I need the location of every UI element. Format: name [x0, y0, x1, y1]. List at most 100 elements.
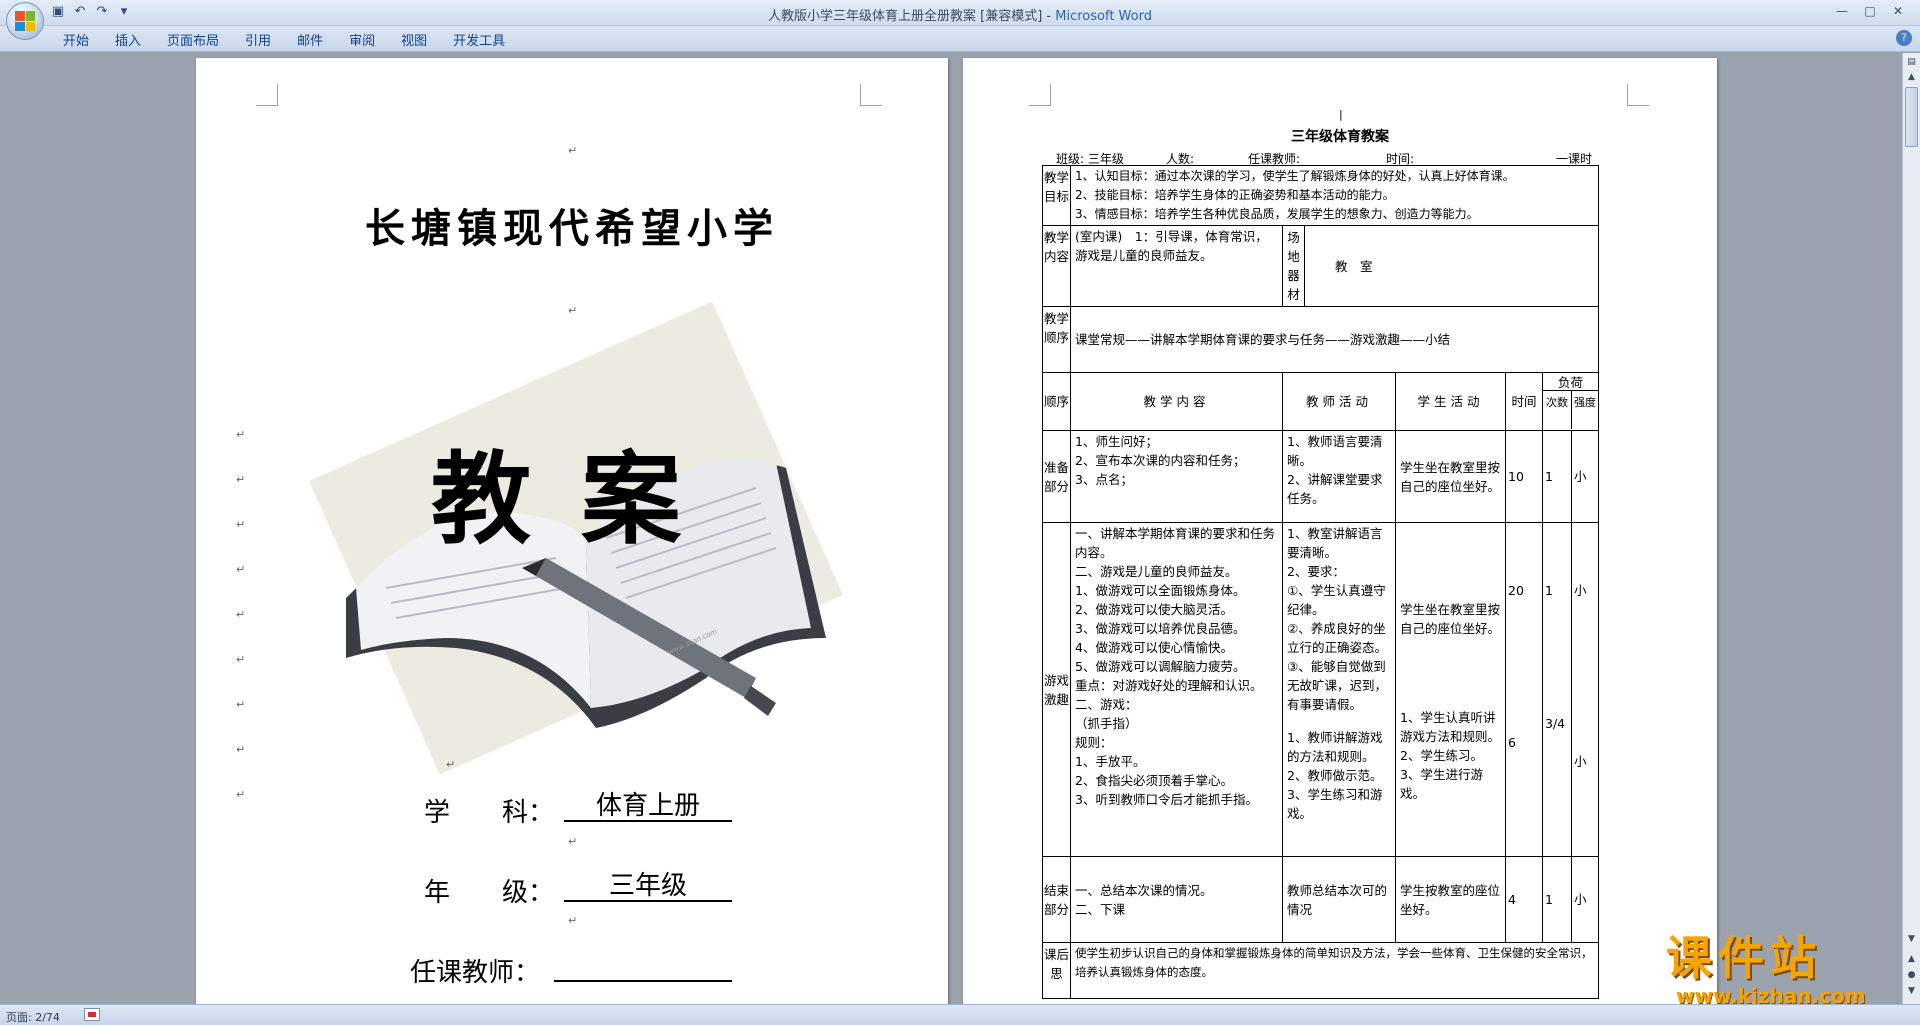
list-item: 学生坐在教室里按自己的座位坐好。	[1400, 602, 1501, 636]
row-times[interactable]: 1 3/4	[1542, 522, 1572, 857]
corner-mark	[256, 84, 278, 106]
scroll-up-icon[interactable]: ▲	[1905, 71, 1918, 84]
row-intensity[interactable]: 小	[1570, 856, 1600, 943]
row-label: 游戏激趣	[1042, 522, 1071, 857]
list-item: ②、养成良好的坐立行的正确姿态。	[1287, 621, 1388, 655]
ribbon-tab[interactable]: 开始	[50, 30, 102, 49]
header-load-group: 负荷 次数 强度	[1541, 372, 1600, 431]
order-cell[interactable]: 课堂常规——讲解本学期体育课的要求与任务——游戏激趣——小结	[1069, 306, 1600, 373]
vertical-scrollbar[interactable]: ▤ ▲ ▼ ▲ ● ▼	[1902, 53, 1920, 1004]
lesson-plan-table: 教学目标 1、认知目标：通过本次课的学习，使学生了解锻炼身体的好处，认真上好体育…	[1042, 165, 1600, 999]
row-content[interactable]: 一、总结本次课的情况。 二、下课	[1070, 856, 1283, 943]
list-item: 5、做游戏可以调解脑力疲劳。	[1075, 659, 1246, 674]
row-content[interactable]: 一、讲解本学期体育课的要求和任务内容。 二、游戏是儿童的良师益友。 1、做游戏可…	[1070, 522, 1283, 857]
row-student[interactable]: 学生按教室的座位坐好。	[1395, 856, 1506, 943]
paragraph-mark: ↵	[568, 144, 578, 157]
browse-object-icon[interactable]: ●	[1905, 969, 1918, 982]
minimize-icon[interactable]: —	[1828, 2, 1856, 20]
header-times: 次数	[1543, 391, 1572, 429]
corner-mark	[1029, 84, 1051, 106]
maximize-icon[interactable]: □	[1856, 2, 1884, 20]
list-item: 1、教师讲解游戏的方法和规则。	[1287, 730, 1383, 764]
previous-page-icon[interactable]: ▲	[1905, 953, 1918, 966]
equipment-label: 场地器材	[1282, 225, 1305, 307]
list-item: 一、讲解本学期体育课的要求和任务内容。	[1075, 526, 1276, 560]
list-item: 一、总结本次课的情况。	[1075, 882, 1213, 898]
proofing-icon[interactable]	[84, 1008, 100, 1021]
content-row: 教学内容 (室内课) 1：引导课，体育常识，游戏是儿童的良师益友。 场地器材 教…	[1042, 225, 1600, 307]
office-button[interactable]	[6, 2, 44, 40]
row-content[interactable]: 1、师生问好； 2、宣布本次课的内容和任务； 3、点名；	[1070, 430, 1283, 523]
lesson-plan-page[interactable]: | 三年级体育教案 班级: 三年级 人数: 任课教师: 时间: 一课时 教学目标…	[963, 58, 1717, 1018]
ruler-toggle-icon[interactable]: ▤	[1905, 56, 1918, 69]
paragraph-mark: ↵	[568, 835, 578, 848]
logo-text-cn: 课件站	[1666, 931, 1822, 985]
list-item: 二、下课	[1075, 901, 1126, 917]
list-item: 1、教师语言要清晰。	[1287, 434, 1383, 468]
row-intensity[interactable]: 小	[1570, 430, 1600, 523]
goals-cell[interactable]: 1、认知目标：通过本次课的学习，使学生了解锻炼身体的好处，认真上好体育课。 2、…	[1069, 165, 1600, 226]
row-student[interactable]: 学生坐在教室里按自己的座位坐好。	[1395, 430, 1506, 523]
scroll-down-icon[interactable]: ▼	[1905, 933, 1918, 946]
document-title: 人教版小学三年级体育上册全册教案 [兼容模式] -	[768, 9, 1056, 24]
list-item: 重点：对游戏好处的理解和认识。	[1075, 678, 1263, 693]
list-item: 1、师生问好；	[1075, 434, 1158, 449]
list-item: 二、游戏：	[1075, 697, 1138, 712]
list-item: 1、教室讲解语言要清晰。	[1287, 526, 1383, 560]
ribbon-tab[interactable]: 审阅	[336, 30, 388, 49]
title-bar: ▣ ↶ ↷ ▾ 人教版小学三年级体育上册全册教案 [兼容模式] - Micros…	[0, 0, 1920, 26]
row-teacher[interactable]: 1、教室讲解语言要清晰。 2、要求： ①、学生认真遵守纪律。 ②、养成良好的坐立…	[1282, 522, 1396, 857]
list-item: 教师总结本次可的情况	[1287, 882, 1388, 917]
ribbon-tab[interactable]: 开发工具	[440, 30, 518, 49]
row-time[interactable]: 10	[1505, 430, 1543, 523]
list-item: 2、学生练习。	[1400, 748, 1483, 763]
school-name: 长塘镇现代希望小学	[365, 205, 779, 252]
row-time[interactable]: 20 6	[1505, 522, 1543, 857]
row-times[interactable]: 1	[1542, 856, 1572, 943]
list-item: ①、学生认真遵守纪律。	[1287, 583, 1386, 617]
paragraph-mark: ↵	[236, 428, 246, 441]
header-seq: 顺序	[1042, 372, 1071, 431]
grade-value: 三年级	[564, 870, 732, 902]
ribbon-tab[interactable]: 页面布局	[154, 30, 232, 49]
table-row: 游戏激趣 一、讲解本学期体育课的要求和任务内容。 二、游戏是儿童的良师益友。 1…	[1042, 522, 1600, 857]
reflection-label: 课后思	[1042, 942, 1071, 999]
list-item: 3、学生练习和游戏。	[1287, 787, 1383, 821]
ribbon-tab[interactable]: 视图	[388, 30, 440, 49]
row-student[interactable]: 学生坐在教室里按自己的座位坐好。 1、学生认真听讲游戏方法和规则。 2、学生练习…	[1395, 522, 1506, 857]
time-value: 6	[1508, 735, 1516, 750]
next-page-icon[interactable]: ▼	[1905, 985, 1918, 998]
list-item: 二、游戏是儿童的良师益友。	[1075, 564, 1238, 579]
ribbon-tabs: 开始 插入 页面布局 引用 邮件 审阅 视图 开发工具	[0, 26, 1920, 52]
help-icon[interactable]: ?	[1896, 30, 1912, 46]
table-row: 结束部分 一、总结本次课的情况。 二、下课 教师总结本次可的情况 学生按教室的座…	[1042, 856, 1600, 943]
row-time[interactable]: 4	[1505, 856, 1543, 943]
paragraph-mark: ↵	[236, 563, 246, 576]
row-teacher[interactable]: 1、教师语言要清晰。 2、讲解课堂要求任务。	[1282, 430, 1396, 523]
content-cell[interactable]: (室内课) 1：引导课，体育常识，游戏是儿童的良师益友。	[1070, 225, 1283, 307]
paragraph-mark: ↵	[236, 518, 246, 531]
row-intensity[interactable]: 小 小	[1570, 522, 1600, 857]
equipment-cell[interactable]: 教 室	[1303, 225, 1600, 307]
reflection-row: 课后思 使学生初步认识自己的身体和掌握锻炼身体的简单知识及方法，学会一些体育、卫…	[1042, 942, 1600, 999]
app-name: Microsoft Word	[1055, 9, 1152, 24]
ribbon-tab[interactable]: 插入	[102, 30, 154, 49]
ribbon-tab[interactable]: 邮件	[284, 30, 336, 49]
row-times[interactable]: 1	[1542, 430, 1572, 523]
list-item: 3、学生进行游戏。	[1400, 767, 1483, 801]
scroll-thumb[interactable]	[1905, 87, 1918, 147]
ribbon-tab[interactable]: 引用	[232, 30, 284, 49]
row-label: 准备部分	[1042, 430, 1071, 523]
page-indicator[interactable]: 页面: 2/74	[6, 1009, 60, 1025]
reflection-cell[interactable]: 使学生初步认识自己的身体和掌握锻炼身体的简单知识及方法，学会一些体育、卫生保健的…	[1069, 942, 1600, 999]
list-item: 3、做游戏可以培养优良品德。	[1075, 621, 1246, 636]
list-item: （抓手指）	[1075, 716, 1138, 731]
close-icon[interactable]: ✕	[1884, 2, 1912, 20]
row-teacher[interactable]: 教师总结本次可的情况	[1282, 856, 1396, 943]
list-item: 学生按教室的座位坐好。	[1400, 882, 1501, 917]
subject-label: 学 科：	[424, 798, 555, 828]
paragraph-mark: ↵	[568, 914, 578, 927]
goals-row: 教学目标 1、认知目标：通过本次课的学习，使学生了解锻炼身体的好处，认真上好体育…	[1042, 165, 1600, 226]
goal-item: 2、技能目标：培养学生身体的正确姿势和基本活动的能力。	[1075, 188, 1395, 202]
cover-page[interactable]: ↵ 长塘镇现代希望小学 ↵ www.3lian.com 教案 ↵ ↵ ↵ ↵ ↵…	[196, 58, 948, 1018]
